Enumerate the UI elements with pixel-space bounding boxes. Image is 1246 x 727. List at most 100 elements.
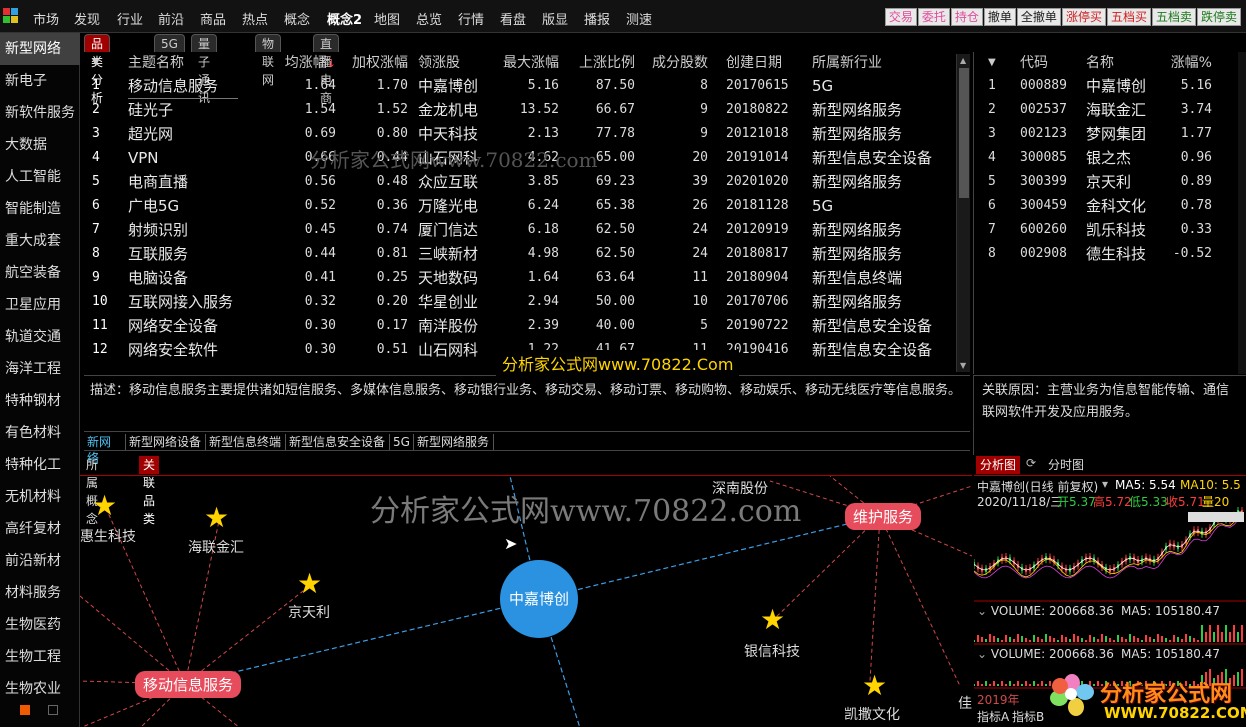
menu-item[interactable]: 行业: [117, 9, 143, 28]
scroll-up-icon[interactable]: ▲: [960, 56, 966, 65]
hub-node[interactable]: 维护服务: [845, 503, 922, 530]
indicator-b[interactable]: 指标B: [1012, 708, 1044, 725]
table-row[interactable]: 9 电脑设备 0.41 0.25 天地数码 1.64 63.64 11 20180904 新型信息…: [84, 266, 954, 290]
trade-button[interactable]: 全撤单: [1016, 8, 1061, 26]
chart-tab[interactable]: 分析图: [976, 456, 1021, 474]
scroll-thumb[interactable]: [959, 68, 969, 198]
kline-toggle-icon[interactable]: ▾: [1102, 477, 1108, 491]
column-header[interactable]: 上涨比例: [570, 52, 635, 74]
sub-tab[interactable]: 品类分析: [84, 34, 111, 105]
menu-item[interactable]: 前沿: [158, 9, 184, 28]
table-row[interactable]: 5 电商直播 0.56 0.48 众应互联 3.85 69.23 39 20201020 新型网络…: [84, 170, 954, 194]
industry-tag[interactable]: 5G: [390, 434, 414, 450]
table-row[interactable]: 1 移动信息服务 1.64 1.70 中嘉博创 5.16 87.50 8 20170615 5G: [84, 74, 954, 99]
trade-button[interactable]: 持仓: [950, 8, 983, 26]
sidebar-item[interactable]: 人工智能: [0, 161, 80, 193]
menu-item[interactable]: 商品: [200, 9, 226, 28]
column-header[interactable]: 名称: [1086, 52, 1156, 74]
sidebar-item[interactable]: 特种钢材: [0, 385, 80, 417]
app-logo-icon[interactable]: [3, 8, 19, 24]
menu-item[interactable]: 热点: [242, 9, 268, 28]
indicator-a[interactable]: 指标A: [977, 708, 1009, 725]
sidebar-item[interactable]: 航空装备: [0, 257, 80, 289]
graph-tab[interactable]: 所属概念: [82, 456, 102, 526]
sort-down-icon[interactable]: ▼: [92, 52, 112, 74]
table-row[interactable]: 11 网络安全设备 0.30 0.17 南洋股份 2.39 40.00 5 20190722 新型…: [84, 314, 954, 338]
sidebar-item[interactable]: 材料服务: [0, 577, 80, 609]
chart-tab[interactable]: 分时图: [1044, 456, 1088, 474]
sidebar-item[interactable]: 生物工程: [0, 641, 80, 673]
sidebar-item[interactable]: 新电子: [0, 65, 80, 97]
center-stock-node[interactable]: 中嘉博创: [500, 560, 578, 638]
sidebar-item[interactable]: 大数据: [0, 129, 80, 161]
menu-item[interactable]: 看盘: [500, 9, 526, 28]
stock-row[interactable]: 8 002908 德生科技 -0.52: [974, 242, 1234, 266]
trade-button[interactable]: 涨停买: [1061, 8, 1106, 26]
sidebar-item[interactable]: 无机材料: [0, 481, 80, 513]
trade-button[interactable]: 跌停卖: [1196, 8, 1241, 26]
sidebar-item[interactable]: 卫星应用: [0, 289, 80, 321]
star-icon[interactable]: ★: [92, 492, 117, 520]
table-row[interactable]: 10 互联网接入服务 0.32 0.20 华星创业 2.94 50.00 10 20170706…: [84, 290, 954, 314]
trade-button[interactable]: 委托: [917, 8, 950, 26]
stock-node-label[interactable]: 京天利: [288, 602, 330, 622]
graph-tab[interactable]: 关联品类: [139, 456, 160, 526]
stock-row[interactable]: 7 600260 凯乐科技 0.33: [974, 218, 1234, 242]
stock-node-label[interactable]: 海联金汇: [188, 537, 244, 557]
column-header[interactable]: 最大涨幅: [494, 52, 559, 74]
stock-row[interactable]: 5 300399 京天利 0.89: [974, 170, 1234, 194]
menu-item[interactable]: 市场: [33, 9, 59, 28]
star-icon[interactable]: ★: [204, 504, 229, 532]
sidebar-item[interactable]: 轨道交通: [0, 321, 80, 353]
menu-item[interactable]: 概念: [284, 9, 310, 28]
stock-node-label[interactable]: 银信科技: [744, 641, 800, 661]
trade-button[interactable]: 撤单: [983, 8, 1016, 26]
scroll-down-icon[interactable]: ▼: [960, 361, 966, 370]
sidebar-item[interactable]: 高纤复材: [0, 513, 80, 545]
refresh-icon[interactable]: ⟳: [1026, 456, 1036, 470]
menu-item[interactable]: 行情: [458, 9, 484, 28]
square-outline-icon[interactable]: [48, 705, 58, 715]
column-header[interactable]: 均涨幅↓: [274, 52, 336, 74]
stock-row[interactable]: 4 300085 银之杰 0.96: [974, 146, 1234, 170]
sub-tab[interactable]: 物联网: [255, 34, 282, 87]
table-row[interactable]: 6 广电5G 0.52 0.36 万隆光电 6.24 65.38 26 20181128 5G: [84, 194, 954, 218]
sidebar-item[interactable]: 生物农业: [0, 673, 80, 705]
table-row[interactable]: 2 硅光子 1.54 1.52 金龙机电 13.52 66.67 9 20180822 新型网络服…: [84, 98, 954, 122]
stock-node-label[interactable]: 凯撒文化: [844, 704, 900, 724]
industry-tag[interactable]: 新型信息终端: [206, 434, 286, 450]
stock-row[interactable]: 6 300459 金科文化 0.78: [974, 194, 1234, 218]
column-header[interactable]: 领涨股: [418, 52, 494, 74]
menu-item[interactable]: 播报: [584, 9, 610, 28]
menu-item[interactable]: 发现: [74, 9, 100, 28]
column-header[interactable]: 创建日期: [726, 52, 806, 74]
star-icon[interactable]: ★: [760, 606, 785, 634]
stock-node-label[interactable]: 深南股份: [712, 478, 768, 498]
sidebar-item[interactable]: 新型网络: [0, 33, 80, 65]
table-row[interactable]: 8 互联服务 0.44 0.81 三峡新材 4.98 62.50 24 20180817 新型网络…: [84, 242, 954, 266]
sidebar-item[interactable]: 生物医药: [0, 609, 80, 641]
stock-row[interactable]: 3 002123 梦网集团 1.77: [974, 122, 1234, 146]
star-icon[interactable]: ★: [862, 672, 887, 700]
toggle-icon[interactable]: ⌄: [977, 647, 991, 661]
sidebar-item[interactable]: 海洋工程: [0, 353, 80, 385]
industry-tag[interactable]: 新型信息安全设备: [286, 434, 390, 450]
stock-row[interactable]: 1 000889 中嘉博创 5.16: [974, 74, 1234, 98]
sidebar-item[interactable]: 新软件服务: [0, 97, 80, 129]
table-row[interactable]: 3 超光网 0.69 0.80 中天科技 2.13 77.78 9 20121018 新型网络服务: [84, 122, 954, 146]
table-row[interactable]: 7 射频识别 0.45 0.74 厦门信达 6.18 62.50 24 20120919 新型网络…: [84, 218, 954, 242]
column-header[interactable]: 代码: [1020, 52, 1080, 74]
sort-down-icon[interactable]: ▼: [988, 52, 996, 74]
column-header[interactable]: 主题名称: [128, 52, 238, 74]
menu-item[interactable]: 版显: [542, 9, 568, 28]
menu-item[interactable]: 总览: [416, 9, 442, 28]
sidebar-item[interactable]: 有色材料: [0, 417, 80, 449]
hub-node[interactable]: 移动信息服务: [135, 671, 242, 698]
sub-tab[interactable]: 量子通讯: [191, 34, 218, 105]
column-header[interactable]: 所属新行业: [812, 52, 952, 74]
panel-scrollbar[interactable]: [1238, 52, 1246, 374]
industry-tag[interactable]: 新网络: [84, 434, 126, 465]
toggle-icon[interactable]: ⌄: [977, 604, 991, 618]
sub-tab[interactable]: 5G: [154, 34, 185, 52]
stock-node-label[interactable]: 惠生科技: [80, 526, 136, 546]
